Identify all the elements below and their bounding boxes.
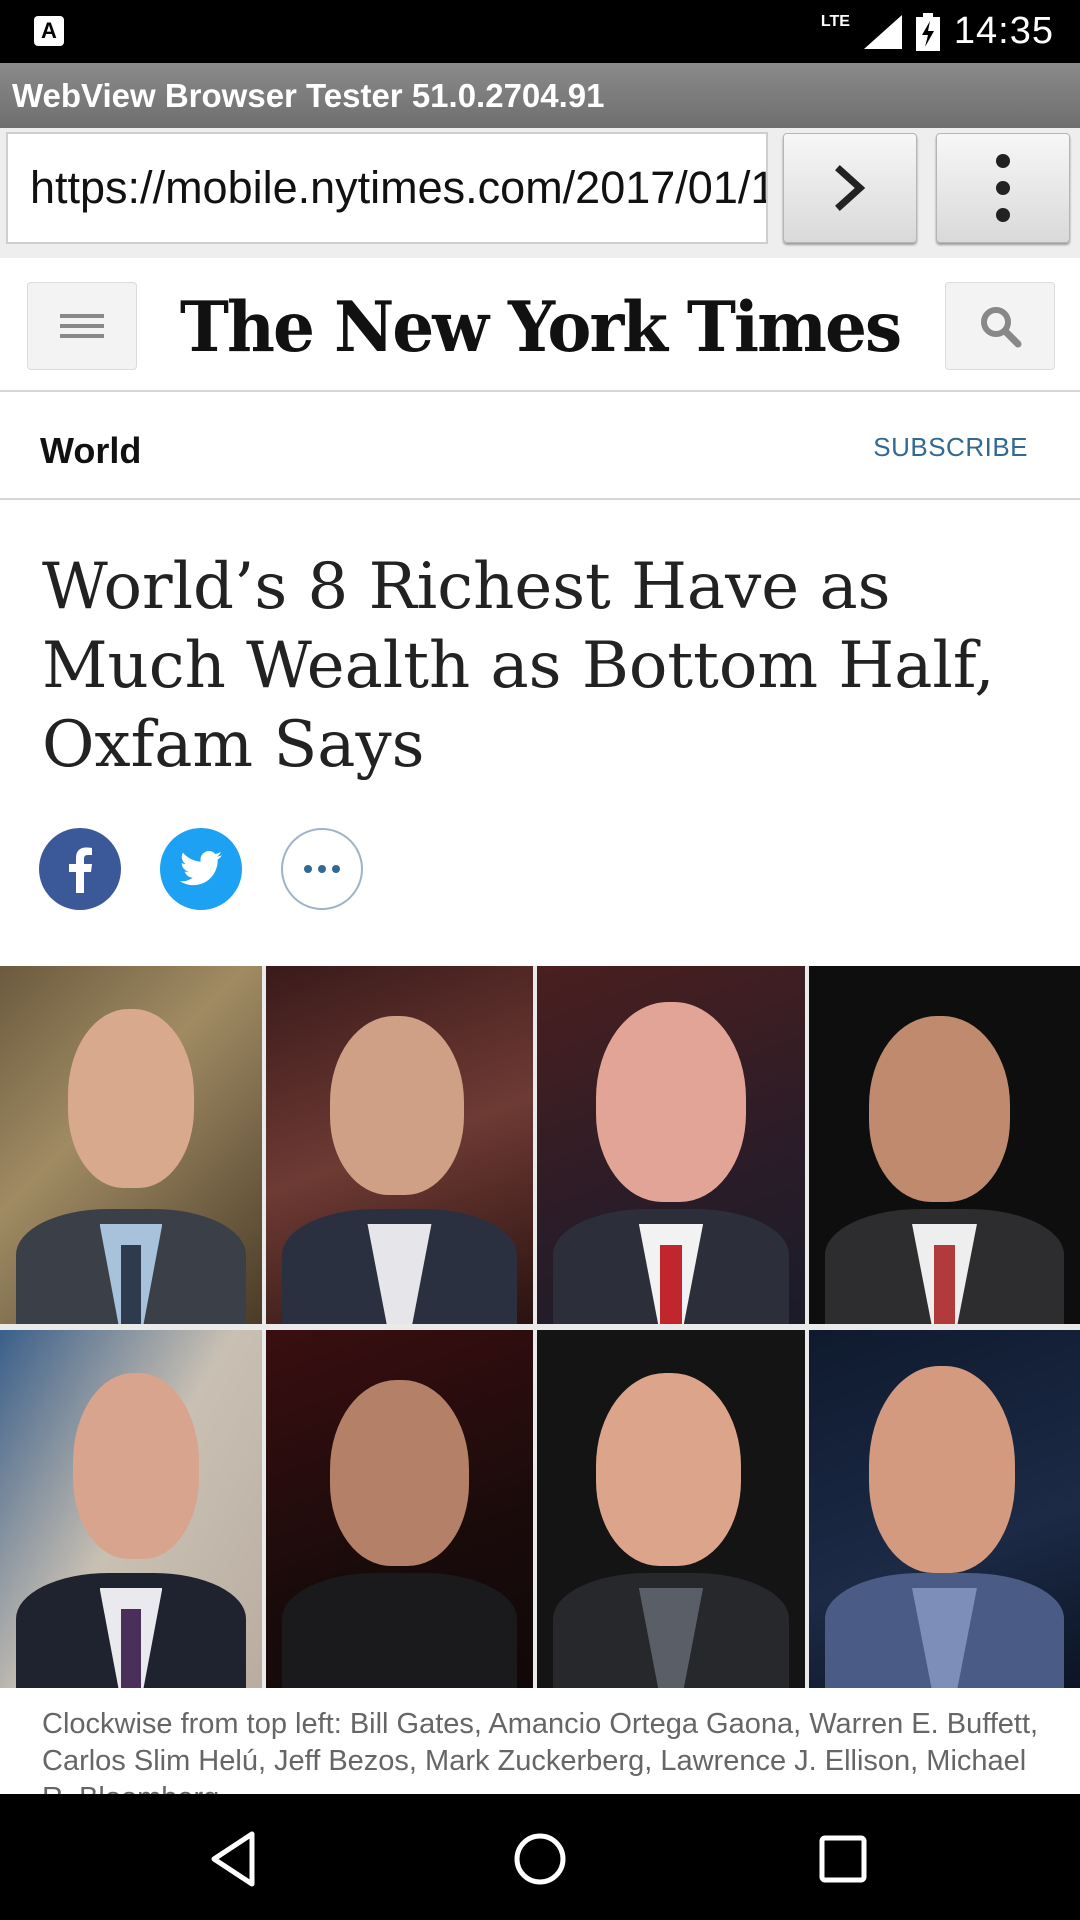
search-icon	[981, 307, 1022, 348]
chevron-right-icon	[835, 165, 866, 211]
nyt-masthead: The New York Times	[0, 258, 1080, 392]
overflow-menu-button[interactable]	[936, 133, 1070, 243]
article-photo	[0, 966, 1080, 1688]
battery-charging-icon	[915, 12, 940, 51]
portrait-photo	[266, 966, 533, 1324]
facebook-icon	[69, 847, 92, 893]
facebook-share-button[interactable]	[39, 828, 121, 910]
section-bar: World SUBSCRIBE	[0, 392, 1080, 500]
portrait-photo	[0, 966, 262, 1324]
more-icon	[304, 865, 340, 873]
go-button[interactable]	[783, 133, 917, 243]
url-input[interactable]: https://mobile.nytimes.com/2017/01/16/wo…	[6, 132, 768, 244]
subscribe-link[interactable]: SUBSCRIBE	[873, 432, 1028, 463]
recents-icon[interactable]	[808, 1824, 878, 1894]
url-toolbar: https://mobile.nytimes.com/2017/01/16/wo…	[0, 128, 1080, 258]
app-title-bar: WebView Browser Tester 51.0.2704.91	[0, 63, 1080, 128]
photo-caption: Clockwise from top left: Bill Gates, Ama…	[42, 1708, 1039, 1794]
article-headline: World’s 8 Richest Have as Much Wealth as…	[42, 550, 995, 782]
portrait-photo	[0, 1330, 262, 1688]
twitter-share-button[interactable]	[160, 828, 242, 910]
portrait-photo	[266, 1330, 533, 1688]
nyt-logo[interactable]: The New York Times	[0, 286, 1080, 368]
network-type: LTE	[820, 12, 850, 30]
search-button[interactable]	[945, 282, 1055, 370]
portrait-photo	[809, 966, 1080, 1324]
signal-icon	[863, 14, 902, 49]
portrait-photo	[537, 1330, 805, 1688]
twitter-icon	[180, 851, 222, 886]
status-bar: A LTE 14:35	[0, 0, 1080, 63]
section-name[interactable]: World	[40, 430, 141, 472]
navigation-bar	[0, 1794, 1080, 1920]
back-icon[interactable]	[200, 1824, 270, 1894]
app-notification-icon: A	[34, 16, 64, 46]
overflow-menu-icon	[996, 154, 1010, 222]
status-right-group: LTE 14:35	[821, 0, 1054, 63]
more-share-button[interactable]	[281, 828, 363, 910]
portrait-photo	[537, 966, 805, 1324]
home-icon[interactable]	[505, 1824, 575, 1894]
portrait-photo	[809, 1330, 1080, 1688]
clock: 14:35	[953, 10, 1054, 52]
